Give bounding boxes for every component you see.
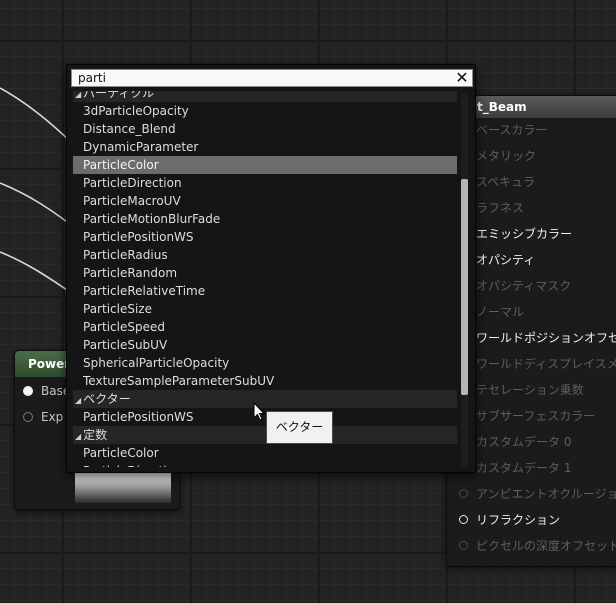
menu-item-label: ParticleColor [83,158,159,172]
menu-item-label: SphericalParticleOpacity [83,356,230,370]
pin-icon[interactable] [459,488,468,498]
menu-item-label: ParticleRelativeTime [83,284,206,298]
menu-item-label: ParticleMacroUV [83,194,181,208]
menu-item[interactable]: ParticleDirection [73,462,457,467]
menu-item-label: DynamicParameter [83,140,199,154]
material-pin[interactable]: アンビエントオクルージョン [459,483,616,503]
material-pin[interactable]: テセレーション乗数 [459,379,584,399]
menu-item[interactable]: ParticleColor [73,156,457,174]
material-pin-label: カスタムデータ 1 [476,460,572,475]
material-pin-label: エミッシブカラー [476,226,573,241]
menu-item[interactable]: TextureSampleParameterSubUV [73,372,457,390]
menu-item[interactable]: ParticleMacroUV [73,192,457,210]
menu-item[interactable]: ParticleSize [73,300,457,318]
category-header-clipped[interactable]: ◢ パーティクル [73,91,457,102]
menu-item-label: ParticleRandom [83,266,178,280]
mouse-cursor-icon [253,402,266,421]
material-pin-label: テセレーション乗数 [476,382,584,397]
menu-item[interactable]: ParticleSubUV [73,336,457,354]
menu-item-label: ParticleSpeed [83,320,165,334]
menu-item-label: Distance_Blend [83,122,176,136]
menu-item-label: ParticleRadius [83,248,168,262]
menu-item[interactable]: 3dParticleOpacity [73,102,457,120]
material-pin[interactable]: ワールドポジションオフセット [459,327,616,347]
material-pin[interactable]: ワールドディスプレイスメント [459,353,616,373]
material-pin-label: カスタムデータ 0 [476,434,572,449]
menu-item-label: ParticleDirection [83,176,182,190]
collapse-triangle-icon: ◢ [75,91,82,99]
material-pin-label: リフラクション [476,512,561,527]
material-pin-label: ワールドディスプレイスメント [476,356,616,371]
menu-item-label: 定数 [83,428,108,442]
power-pin-base[interactable]: Base [23,382,70,400]
menu-item[interactable]: ParticleRadius [73,246,457,264]
material-pin[interactable]: サブサーフェスカラー [459,405,595,425]
material-pin-label: オパシティ [476,252,536,267]
material-pin-label: ラフネス [476,200,525,215]
material-pin-label: スペキュラ [476,174,536,189]
menu-item[interactable]: ParticleSpeed [73,318,457,336]
material-pin-label: オパシティマスク [476,278,572,293]
menu-item-label: ParticlePositionWS [83,230,194,244]
menu-item[interactable]: Distance_Blend [73,120,457,138]
menu-item-label: ParticleMotionBlurFade [83,212,221,226]
menu-item[interactable]: ParticlePositionWS [73,228,457,246]
menu-item[interactable]: SphericalParticleOpacity [73,354,457,372]
menu-item-label: 3dParticleOpacity [83,104,189,118]
menu-item-label: ベクター [83,392,131,406]
pin-unconnected-icon[interactable] [23,412,33,422]
material-pin-label: アンビエントオクルージョン [476,486,616,501]
material-pin[interactable]: リフラクション [459,509,560,529]
scrollbar[interactable] [461,93,468,467]
menu-item-label: ParticleColor [83,446,159,460]
menu-item[interactable]: ParticleRandom [73,264,457,282]
category-header[interactable]: ◢ 定数 [73,426,457,444]
material-pin-label: ノーマル [476,304,525,319]
pin-connected-icon[interactable] [23,386,33,396]
material-pin-label: ピクセルの深度オフセット [476,538,616,553]
pin-icon[interactable] [459,514,468,524]
material-pin-label: ベースカラー [476,122,548,137]
menu-item-label: ParticlePositionWS [83,410,194,424]
node-preview-thumbnail [75,473,171,503]
search-box[interactable]: parti ✕ [71,69,473,87]
material-pin-label: メタリック [476,148,537,163]
tooltip: ベクター [266,411,333,444]
menu-item[interactable]: ParticleMotionBlurFade [73,210,457,228]
wire-3 [0,251,71,293]
material-pin-label: サブサーフェスカラー [476,408,596,423]
menu-item[interactable]: DynamicParameter [73,138,457,156]
collapse-triangle-icon: ◢ [75,432,82,441]
power-pin-exp[interactable]: Exp [23,408,63,426]
material-pin-label: ワールドポジションオフセット [476,330,616,345]
search-input[interactable]: parti [78,71,106,85]
pin-icon[interactable] [459,540,468,550]
menu-item-label: ParticleDirection [83,464,182,467]
menu-item[interactable]: ParticleColor [73,444,457,462]
close-icon[interactable]: ✕ [455,70,469,86]
category-label: パーティクル [83,91,155,100]
menu-item-label: ParticleSize [83,302,152,316]
menu-item-label: ParticleSubUV [83,338,168,352]
menu-item[interactable]: ParticleRelativeTime [73,282,457,300]
scrollbar-thumb[interactable] [461,179,468,395]
menu-item[interactable]: ParticleDirection [73,174,457,192]
power-pin-exp-label: Exp [41,410,64,424]
material-pin[interactable]: ピクセルの深度オフセット [459,535,616,555]
menu-item-label: TextureSampleParameterSubUV [83,374,275,388]
collapse-triangle-icon: ◢ [75,396,82,405]
